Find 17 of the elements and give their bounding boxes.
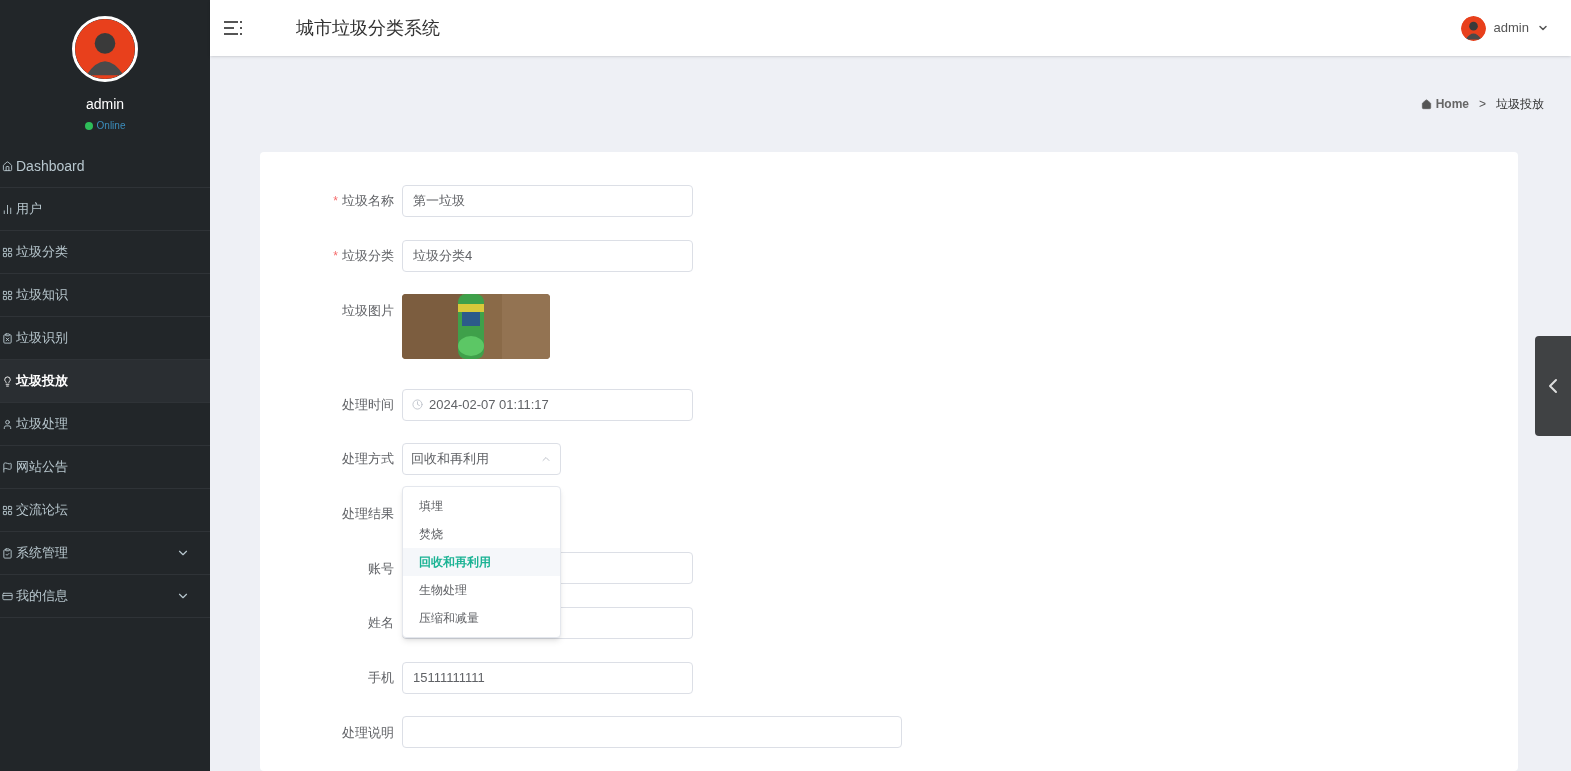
required-mark: *	[333, 193, 338, 209]
required-mark: *	[333, 247, 338, 264]
status-text: Online	[96, 119, 126, 133]
breadcrumb-separator: >	[1479, 96, 1486, 113]
field-label: 垃圾分类	[342, 246, 394, 265]
app-title: 城市垃圾分类系统	[296, 16, 440, 40]
field-label: 垃圾名称	[342, 192, 394, 211]
field-label: 处理说明	[342, 723, 394, 742]
field-label: 账号	[368, 559, 394, 578]
field-label: 处理结果	[342, 505, 394, 524]
breadcrumb-current: 垃圾投放	[1496, 96, 1544, 113]
field-label: 垃圾图片	[342, 301, 394, 320]
user-name: admin	[85, 95, 125, 114]
field-label: 处理方式	[342, 450, 394, 469]
field-label: 手机	[368, 668, 394, 687]
field-label: 姓名	[368, 614, 394, 633]
field-label: 处理时间	[342, 395, 394, 414]
